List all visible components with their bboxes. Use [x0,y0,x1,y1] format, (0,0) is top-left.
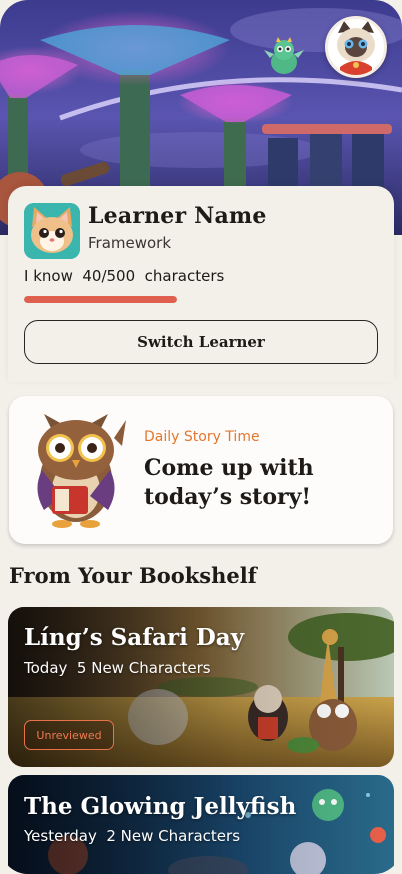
book-meta: Yesterday 2 New Characters [24,827,241,845]
daily-story-kicker: Daily Story Time [144,429,260,445]
progress-bar-fill [24,296,177,303]
dragon-icon [262,36,306,80]
book-title: Líng’s Safari Day [24,624,245,651]
app-screen: Learner Name Framework I know 40/500 cha… [0,0,402,874]
progress-bar [24,296,177,303]
book-cover-jellyfish [8,775,394,874]
unreviewed-badge: Unreviewed [24,720,114,750]
learner-name: Learner Name [88,203,267,229]
owl-icon [22,410,130,530]
switch-learner-button[interactable]: Switch Learner [24,320,378,364]
cat-avatar-icon [24,203,80,259]
book-meta: Today 5 New Characters [24,659,211,677]
progress-label: I know 40/500 characters [24,267,225,285]
bookshelf-heading: From Your Bookshelf [9,563,257,588]
book-card-lings-safari-day[interactable]: Líng’s Safari Day Today 5 New Characters… [8,607,394,767]
learner-subtitle: Framework [88,234,172,252]
book-title: The Glowing Jellyfish [24,793,297,820]
book-card-glowing-jellyfish[interactable]: The Glowing Jellyfish Yesterday 2 New Ch… [8,775,394,874]
profile-avatar-icon[interactable] [325,16,387,78]
daily-story-title: Come up with today’s story! [144,455,314,510]
